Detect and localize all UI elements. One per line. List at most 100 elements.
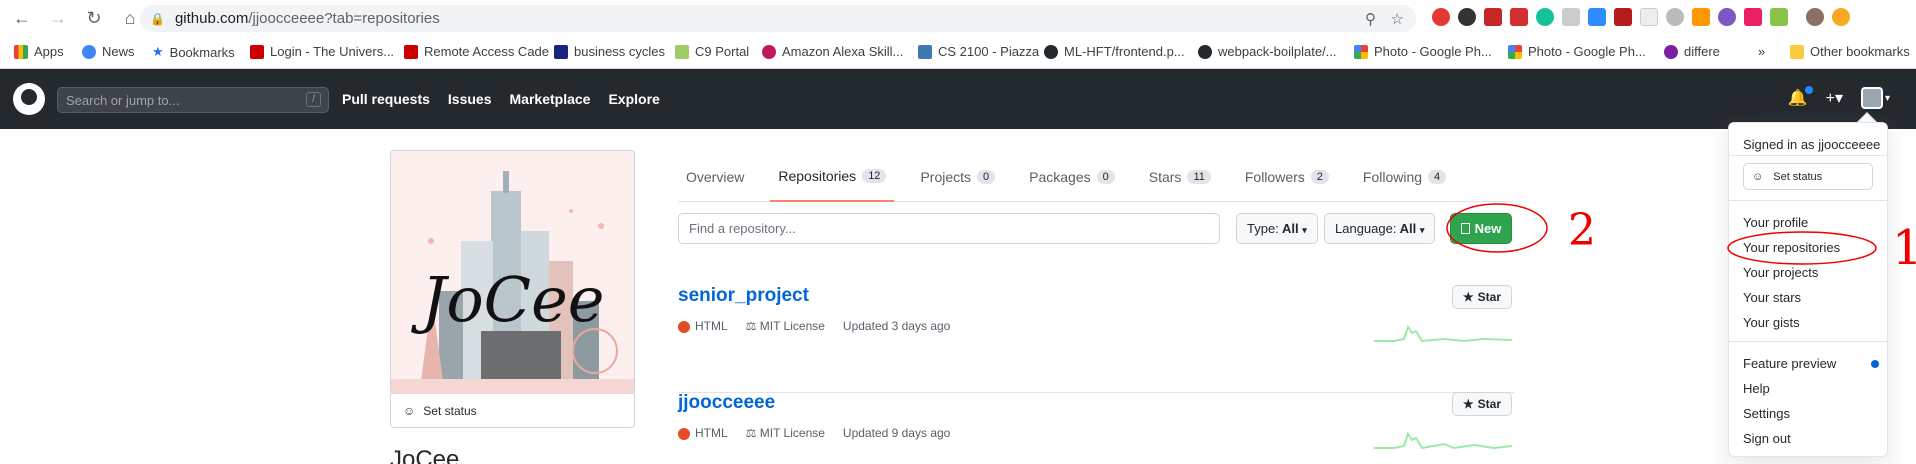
reload-icon[interactable]: ↻ xyxy=(80,4,108,32)
extension-icon[interactable] xyxy=(1484,8,1502,26)
set-status-label: Set status xyxy=(1773,170,1823,183)
menu-set-status-button[interactable]: ☺ Set status xyxy=(1743,163,1873,190)
tab-label: Stars xyxy=(1148,169,1182,185)
list-item: senior_project HTML ⚖ MIT License Update… xyxy=(678,285,1514,393)
pdf-icon[interactable] xyxy=(1614,8,1632,26)
bookmarks-overflow[interactable]: » xyxy=(1758,44,1765,59)
extension-icon[interactable] xyxy=(1692,8,1710,26)
tab-repositories[interactable]: Repositories 12 xyxy=(770,154,895,202)
profile-avatar-image[interactable]: JoCee xyxy=(390,150,635,395)
bookmark-other[interactable]: Other bookmarks xyxy=(1790,44,1910,59)
repo-link[interactable]: senior_project xyxy=(678,285,809,307)
menu-your-gists[interactable]: Your gists xyxy=(1743,315,1800,330)
tab-projects[interactable]: Projects 0 xyxy=(912,154,1003,202)
nav-issues[interactable]: Issues xyxy=(448,91,492,107)
bookmark-differe[interactable]: differe xyxy=(1664,44,1720,59)
search-input[interactable]: Search or jump to... / xyxy=(57,87,329,113)
grammarly-icon[interactable] xyxy=(1536,8,1554,26)
type-label: Type: xyxy=(1247,221,1279,236)
extension-icon[interactable] xyxy=(1744,8,1762,26)
nav-marketplace[interactable]: Marketplace xyxy=(510,91,591,107)
extension-icon[interactable] xyxy=(1718,8,1736,26)
github-logo-icon[interactable] xyxy=(13,83,45,115)
tab-label: Followers xyxy=(1244,169,1305,185)
license-label: MIT License xyxy=(759,319,825,333)
tab-counter: 12 xyxy=(862,169,887,183)
forward-icon[interactable]: → xyxy=(44,4,72,32)
divider xyxy=(1729,200,1889,201)
tab-packages[interactable]: Packages 0 xyxy=(1021,154,1123,202)
type-dropdown[interactable]: Type: All ▾ xyxy=(1236,213,1318,244)
c9-icon xyxy=(675,44,689,59)
bookmark-bookmarks[interactable]: ★ Bookmarks xyxy=(152,44,235,60)
skyline-illustration: JoCee xyxy=(391,151,634,394)
bookmark-webpack[interactable]: webpack-boilplate/... xyxy=(1198,44,1337,59)
bookmark-c9[interactable]: C9 Portal xyxy=(675,44,749,59)
plus-dropdown-icon[interactable]: +▾ xyxy=(1826,88,1843,108)
bookmark-star-icon[interactable]: ☆ xyxy=(1391,10,1404,28)
profile-avatar-icon[interactable] xyxy=(1806,8,1824,26)
repo-language: HTML xyxy=(678,426,728,440)
extension-icon[interactable] xyxy=(1458,8,1476,26)
menu-your-repositories[interactable]: Your repositories xyxy=(1743,240,1840,255)
tab-followers[interactable]: Followers 2 xyxy=(1237,154,1337,202)
extension-icon[interactable] xyxy=(1510,8,1528,26)
menu-help[interactable]: Help xyxy=(1743,381,1770,396)
tab-stars[interactable]: Stars 11 xyxy=(1141,154,1219,202)
url-path: /jjoocceeee?tab=repositories xyxy=(248,10,440,27)
user-dropdown-menu: Signed in as jjoocceeee ☺ Set status Your… xyxy=(1728,122,1889,457)
username: jjoocceeee xyxy=(1818,137,1881,152)
adblock-icon[interactable] xyxy=(1432,8,1450,26)
menu-your-stars[interactable]: Your stars xyxy=(1743,290,1801,305)
bookmark-label: News xyxy=(102,44,135,59)
menu-settings[interactable]: Settings xyxy=(1743,406,1790,421)
menu-sign-out[interactable]: Sign out xyxy=(1743,431,1791,446)
site-icon xyxy=(1664,44,1678,59)
bookmark-alexa[interactable]: Amazon Alexa Skill... xyxy=(762,44,903,59)
bookmark-photo-2[interactable]: Photo - Google Ph... xyxy=(1508,44,1646,59)
extension-icon[interactable] xyxy=(1562,8,1580,26)
bookmark-ml-hft[interactable]: ML-HFT/frontend.p... xyxy=(1044,44,1185,59)
menu-feature-preview[interactable]: Feature preview xyxy=(1743,356,1836,371)
law-icon: ⚖ xyxy=(745,426,757,440)
bookmark-business-cycles[interactable]: business cycles xyxy=(554,44,665,59)
bookmark-news[interactable]: News xyxy=(82,44,135,59)
feature-preview-dot xyxy=(1871,360,1879,368)
zoom-ext-icon[interactable] xyxy=(1588,8,1606,26)
bookmark-apps[interactable]: Apps xyxy=(14,44,64,59)
update-icon[interactable] xyxy=(1832,8,1850,26)
language-value: All xyxy=(1399,221,1417,236)
back-icon[interactable]: ← xyxy=(8,4,36,32)
menu-your-projects[interactable]: Your projects xyxy=(1743,265,1818,280)
extension-icon[interactable] xyxy=(1640,8,1658,26)
google-photos-icon xyxy=(1354,44,1368,59)
bookmark-photo-1[interactable]: Photo - Google Ph... xyxy=(1354,44,1492,59)
star-button[interactable]: ★ Star xyxy=(1451,392,1512,416)
repo-meta: HTML ⚖ MIT License Updated 3 days ago xyxy=(678,319,950,333)
new-repository-button[interactable]: New xyxy=(1450,213,1512,244)
tab-label: Overview xyxy=(686,169,745,185)
tab-overview[interactable]: Overview xyxy=(678,154,752,202)
bookmark-remote-access[interactable]: Remote Access Cade xyxy=(404,44,549,59)
nav-explore[interactable]: Explore xyxy=(608,91,659,107)
zoom-icon[interactable]: ⚲ xyxy=(1365,10,1376,28)
repo-link[interactable]: jjoocceeee xyxy=(678,392,775,414)
google-icon xyxy=(82,44,96,59)
piazza-icon xyxy=(918,44,932,59)
extension-icon[interactable] xyxy=(1770,8,1788,26)
tab-following[interactable]: Following 4 xyxy=(1355,154,1454,202)
avatar-dropdown[interactable]: ▾ xyxy=(1860,87,1890,109)
extension-icon[interactable] xyxy=(1666,8,1684,26)
annotation-number-1: 1 xyxy=(1892,220,1916,276)
find-repository-input[interactable]: Find a repository... xyxy=(678,213,1220,244)
nav-pull-requests[interactable]: Pull requests xyxy=(342,91,430,107)
bookmark-piazza[interactable]: CS 2100 - Piazza xyxy=(918,44,1039,59)
star-button[interactable]: ★ Star xyxy=(1451,285,1512,309)
header-actions: 🔔 +▾ ▾ xyxy=(1788,87,1890,109)
menu-your-profile[interactable]: Your profile xyxy=(1743,215,1808,230)
caret-down-icon: ▾ xyxy=(1419,225,1425,235)
language-dropdown[interactable]: Language: All ▾ xyxy=(1324,213,1436,244)
set-status-button[interactable]: ☺ Set status xyxy=(390,394,635,428)
address-bar[interactable]: 🔒 github.com/jjoocceeee?tab=repositories… xyxy=(140,5,1416,32)
bookmark-login[interactable]: Login - The Univers... xyxy=(250,44,394,59)
